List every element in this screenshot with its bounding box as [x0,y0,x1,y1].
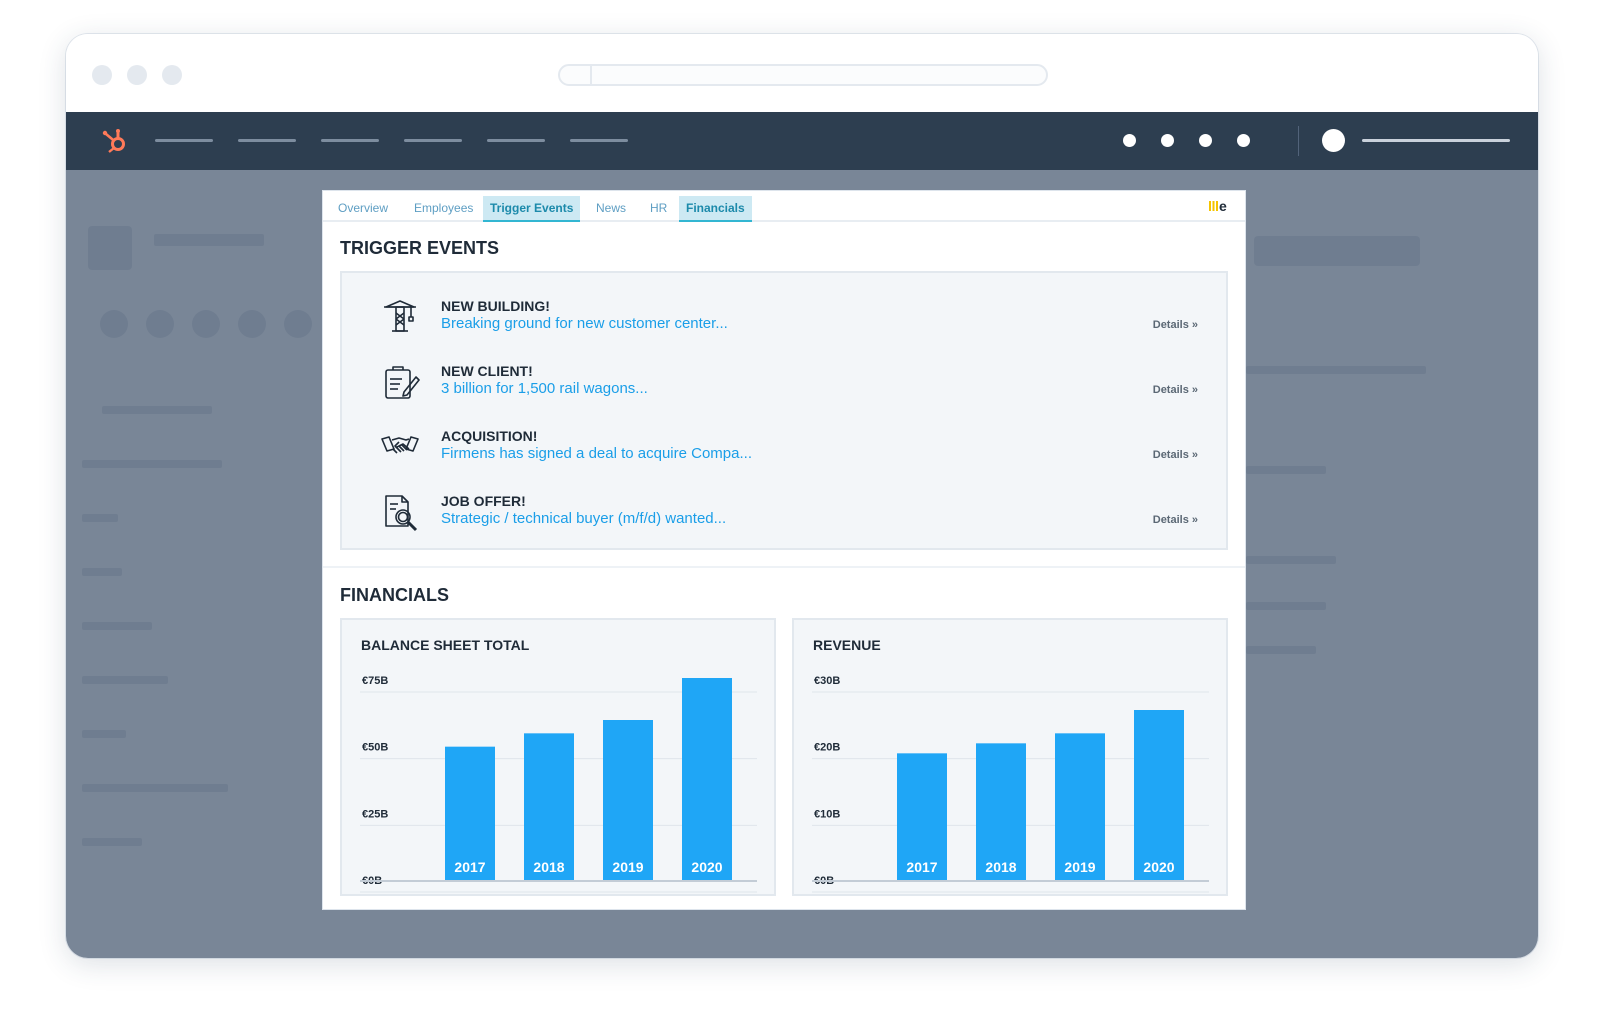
nav-utility-icon[interactable] [1161,134,1174,147]
nav-separator [1298,126,1299,156]
brand-logo-icon: e [1209,199,1227,213]
event-link[interactable]: 3 billion for 1,500 rail wagons... [441,380,648,397]
revenue-chart: REVENUE €0B €10B €20B €30B 2017 2018 2019 2020 [792,618,1228,896]
details-link[interactable]: Details » [1153,319,1198,331]
event-title: ACQUISITION! [441,428,538,444]
list-item: JOB OFFER! Strategic / technical buyer (… [342,488,1226,550]
nav-menu-item[interactable] [321,139,379,142]
window-close-dot[interactable] [92,65,112,85]
x-tick-label: 2018 [985,859,1016,875]
trigger-events-heading: TRIGGER EVENTS [340,238,500,258]
browser-chrome [66,34,1538,112]
nav-menu-item[interactable] [570,139,628,142]
event-link[interactable]: Firmens has signed a deal to acquire Com… [441,445,752,462]
y-tick-label: €50B [362,742,388,754]
details-link[interactable]: Details » [1153,384,1198,396]
tab-hr[interactable]: HR [643,196,674,222]
bar [1055,733,1105,880]
tab-overview[interactable]: Overview [331,196,395,222]
financials-heading: FINANCIALS [340,585,449,605]
list-item: NEW BUILDING! Breaking ground for new cu… [342,293,1226,355]
bar [524,733,574,880]
event-title: JOB OFFER! [441,493,526,509]
x-tick-label: 2020 [1143,859,1174,875]
section-divider [323,566,1245,568]
window-maximize-dot[interactable] [162,65,182,85]
handshake-icon [381,436,419,454]
nav-menu-item[interactable] [404,139,462,142]
svg-text:e: e [1219,199,1227,213]
nav-utility-icon[interactable] [1237,134,1250,147]
revenue-chart-plot: €0B€10B€20B€30B2017 2018 2019 2020 [812,675,1209,893]
list-item: ACQUISITION! Firmens has signed a deal t… [342,423,1226,485]
address-bar[interactable] [558,64,1048,86]
bar [682,678,732,880]
details-link[interactable]: Details » [1153,514,1198,526]
y-tick-label: €75B [362,675,388,687]
y-tick-label: €10B [814,808,840,820]
document-search-icon [385,495,418,532]
x-tick-label: 2017 [906,859,937,875]
tab-financials[interactable]: Financials [679,196,752,222]
address-bar-segment [560,66,592,84]
event-link[interactable]: Strategic / technical buyer (m/f/d) want… [441,510,726,527]
crm-top-navigation [66,112,1538,170]
bar [603,720,653,880]
list-item: NEW CLIENT! 3 billion for 1,500 rail wag… [342,358,1226,420]
x-tick-label: 2019 [1064,859,1095,875]
nav-utility-icon[interactable] [1199,134,1212,147]
modal-tab-bar: Overview Employees Trigger Events News H… [323,191,1245,222]
x-tick-label: 2018 [533,859,564,875]
x-tick-label: 2017 [454,859,485,875]
account-menu[interactable] [1362,139,1510,142]
x-tick-label: 2019 [612,859,643,875]
x-tick-label: 2020 [691,859,722,875]
nav-utility-icon[interactable] [1123,134,1136,147]
event-title: NEW CLIENT! [441,363,533,379]
tab-news[interactable]: News [589,196,633,222]
crane-icon [384,300,416,332]
balance-sheet-chart: BALANCE SHEET TOTAL €0B €25B €50B €75B 2017 2… [340,618,776,896]
clipboard-icon [385,366,420,399]
y-tick-label: €25B [362,808,388,820]
tab-employees[interactable]: Employees [407,196,480,222]
company-insights-modal: Overview Employees Trigger Events News H… [322,190,1246,910]
details-link[interactable]: Details » [1153,449,1198,461]
event-link[interactable]: Breaking ground for new customer center.… [441,315,728,332]
event-title: NEW BUILDING! [441,298,550,314]
nav-menu-item[interactable] [155,139,213,142]
avatar[interactable] [1322,129,1345,152]
y-tick-label: €20B [814,742,840,754]
nav-menu-item[interactable] [487,139,545,142]
nav-menu-item[interactable] [238,139,296,142]
hubspot-logo-icon[interactable] [100,126,130,156]
trigger-events-list: NEW BUILDING! Breaking ground for new cu… [340,271,1228,550]
window-minimize-dot[interactable] [127,65,147,85]
bar [1134,710,1184,880]
tab-trigger-events[interactable]: Trigger Events [483,196,581,222]
balance-sheet-chart-plot: €0B€25B€50B€75B2017 2018 2019 2020 [360,675,757,893]
y-tick-label: €30B [814,675,840,687]
